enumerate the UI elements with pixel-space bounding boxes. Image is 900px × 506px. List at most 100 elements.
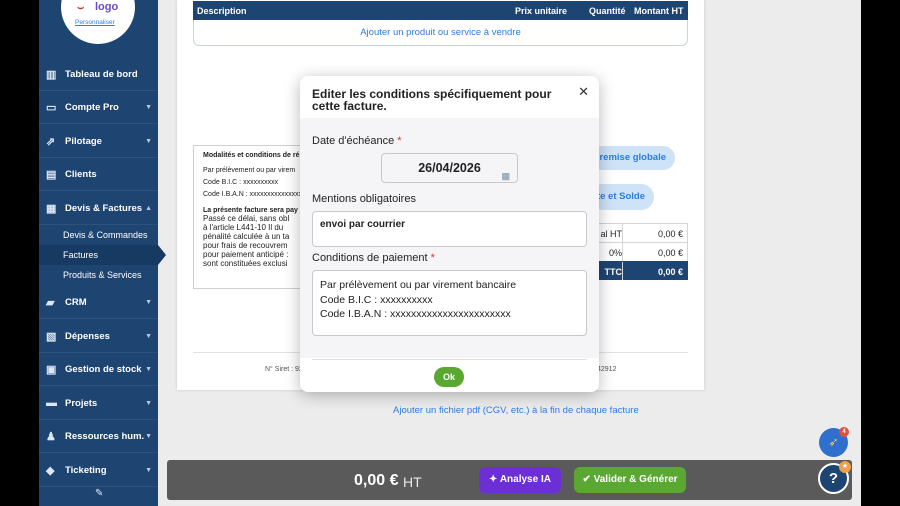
total-ttc-label: TTC <box>604 267 623 277</box>
sidebar-item-projets[interactable]: ▬ Projets ▼ <box>39 387 158 420</box>
siret-text-end: 42912 <box>597 366 617 373</box>
sidebar-item-stock[interactable]: ▣ Gestion de stock ▼ <box>39 353 158 386</box>
chevron-down-icon: ▼ <box>145 298 152 306</box>
line-items-header: Description Prix unitaire Quantité Monta… <box>193 1 688 20</box>
ok-button[interactable]: Ok <box>434 367 464 387</box>
modal-divider <box>312 359 587 360</box>
sidebar-item-ticketing[interactable]: ◆ Ticketing ▼ <box>39 454 158 487</box>
ai-analysis-label: Analyse IA <box>499 474 551 485</box>
chevron-down-icon: ▼ <box>145 432 152 440</box>
sidebar: ⌣ logo Personnaliser ▥ Tableau de bord ▭… <box>39 0 166 506</box>
late-line: pour paiement anticipé : <box>203 250 289 259</box>
app-window: ⌣ logo Personnaliser ▥ Tableau de bord ▭… <box>39 0 861 506</box>
ai-analysis-button[interactable]: ✦ Analyse IA <box>479 467 561 493</box>
receipt-icon: ▧ <box>46 330 57 343</box>
contacts-icon: ▤ <box>46 168 57 181</box>
vat-row: 0% 0,00 € <box>597 242 688 261</box>
due-date-label: Date d'échéance * <box>312 135 402 147</box>
sidebar-item-pilotage[interactable]: ⇗ Pilotage ▼ <box>39 125 158 158</box>
required-mark: * <box>430 252 435 264</box>
terms-line: Code I.B.A.N : xxxxxxxxxxxxxxx <box>203 191 303 198</box>
people-icon: ♟ <box>46 430 56 443</box>
sidebar-item-label: Gestion de stock <box>65 363 142 375</box>
due-date-input[interactable]: 26/04/2026 ▦ <box>381 153 518 183</box>
sidebar-item-devis-factures[interactable]: ▦ Devis & Factures ▲ <box>39 192 158 225</box>
sidebar-subitem-devis-commandes[interactable]: Devis & Commandes <box>39 225 158 245</box>
add-pdf-link[interactable]: Ajouter un fichier pdf (CGV, etc.) à la … <box>393 405 639 416</box>
sidebar-item-dashboard[interactable]: ▥ Tableau de bord <box>39 58 158 91</box>
total-ttc-value: 0,00 € <box>657 267 683 277</box>
sidebar-item-label: Devis & Factures <box>65 202 143 214</box>
late-line: Passé ce délai, sans obl <box>203 214 290 223</box>
brush-icon[interactable]: ✎ <box>95 488 103 499</box>
required-mark: * <box>397 135 402 147</box>
chevron-down-icon: ▼ <box>145 399 152 407</box>
chevron-down-icon: ▼ <box>145 103 152 111</box>
company-logo[interactable]: ⌣ logo Personnaliser <box>61 0 135 44</box>
due-date-value: 26/04/2026 <box>418 161 481 175</box>
chevron-down-icon: ▼ <box>145 365 152 373</box>
sidebar-item-clients[interactable]: ▤ Clients <box>39 158 158 191</box>
sidebar-item-label: Dépenses <box>65 330 110 342</box>
modal-title: Editer les conditions spécifiquement pou… <box>312 87 552 113</box>
folder-icon: ▬ <box>46 397 57 409</box>
due-date-label-text: Date d'échéance <box>312 135 395 147</box>
sidebar-item-crm[interactable]: ▰ CRM ▼ <box>39 286 158 319</box>
logo-edit-link[interactable]: Personnaliser <box>75 19 115 26</box>
total-ttc-row: TTC 0,00 € <box>597 261 688 280</box>
global-discount-button[interactable]: remise globale <box>590 146 675 170</box>
late-line: à l'article L441-10 Il du <box>203 223 284 232</box>
document-icon: ▦ <box>46 202 57 215</box>
column-description: Description <box>197 6 247 16</box>
trend-icon: ⇗ <box>46 135 56 148</box>
total-ht-row: al HT 0,00 € <box>597 223 688 242</box>
sidebar-subitem-produits-services[interactable]: Produits & Services <box>39 265 158 285</box>
price-unit: HT <box>403 474 422 490</box>
sidebar-item-rh[interactable]: ♟ Ressources hum. ▼ <box>39 420 158 453</box>
conditions-line: Code I.B.A.N : xxxxxxxxxxxxxxxxxxxxxxx <box>320 308 511 320</box>
sparkle-icon: ✦ <box>489 474 500 485</box>
edit-conditions-modal: Editer les conditions spécifiquement pou… <box>300 76 599 392</box>
column-amount-ht: Montant HT <box>634 6 684 16</box>
check-icon: ✔ <box>582 474 594 485</box>
briefcase-icon: ▰ <box>46 296 55 309</box>
chevron-down-icon: ▼ <box>145 332 152 340</box>
sidebar-item-depenses[interactable]: ▧ Dépenses ▼ <box>39 320 158 353</box>
validate-generate-button[interactable]: ✔ Valider & Générer <box>574 467 686 493</box>
column-quantity: Quantité <box>589 6 626 16</box>
cell-separator <box>622 262 623 280</box>
sidebar-item-label: Ressources hum. <box>65 430 145 442</box>
sidebar-item-label: Compte Pro <box>65 101 119 113</box>
add-line-item-button[interactable]: Ajouter un produit ou service à vendre <box>193 20 688 46</box>
conditions-line: Par prélèvement ou par virement bancaire <box>320 279 517 291</box>
sidebar-subitem-label: Devis & Commandes <box>63 230 148 240</box>
star-icon: ★ <box>839 461 851 473</box>
chevron-up-icon: ▲ <box>145 204 152 212</box>
column-unit-price: Prix unitaire <box>515 6 568 16</box>
totals-table: al HT 0,00 € 0% 0,00 € TTC 0,00 € <box>597 223 688 280</box>
sidebar-item-label: Ticketing <box>65 464 107 476</box>
conditions-textarea[interactable]: Par prélèvement ou par virement bancaire… <box>312 270 587 336</box>
vat-label: 0% <box>608 248 622 258</box>
bank-icon: ▭ <box>46 101 57 114</box>
ticket-icon: ◆ <box>46 464 55 477</box>
mentions-textarea[interactable]: envoi par courrier <box>312 211 587 247</box>
sidebar-item-label: Clients <box>65 168 97 180</box>
terms-line: Par prélèvement ou par virem <box>203 167 296 174</box>
sidebar-subitem-factures[interactable]: Factures <box>39 245 166 265</box>
notification-badge: 4 <box>839 427 849 437</box>
cell-separator <box>622 224 623 242</box>
deposit-balance-button[interactable]: te et Solde <box>590 184 654 210</box>
chevron-down-icon: ▼ <box>145 137 152 145</box>
calendar-icon[interactable]: ▦ <box>501 162 510 191</box>
sidebar-item-compte-pro[interactable]: ▭ Compte Pro ▼ <box>39 91 158 124</box>
chart-icon: ▥ <box>46 68 57 81</box>
close-icon[interactable]: ✕ <box>578 84 589 100</box>
late-title: La présente facture sera pay <box>203 207 298 214</box>
late-line: pour frais de recouvrem <box>203 241 288 250</box>
conditions-label-text: Conditions de paiement <box>312 252 428 264</box>
total-ht-label: al HT <box>600 229 622 239</box>
payment-terms-box[interactable]: Modalités et conditions de ré Par prélèv… <box>193 145 313 289</box>
terms-title: Modalités et conditions de ré <box>203 152 300 159</box>
sidebar-subitem-label: Produits & Services <box>63 270 142 280</box>
